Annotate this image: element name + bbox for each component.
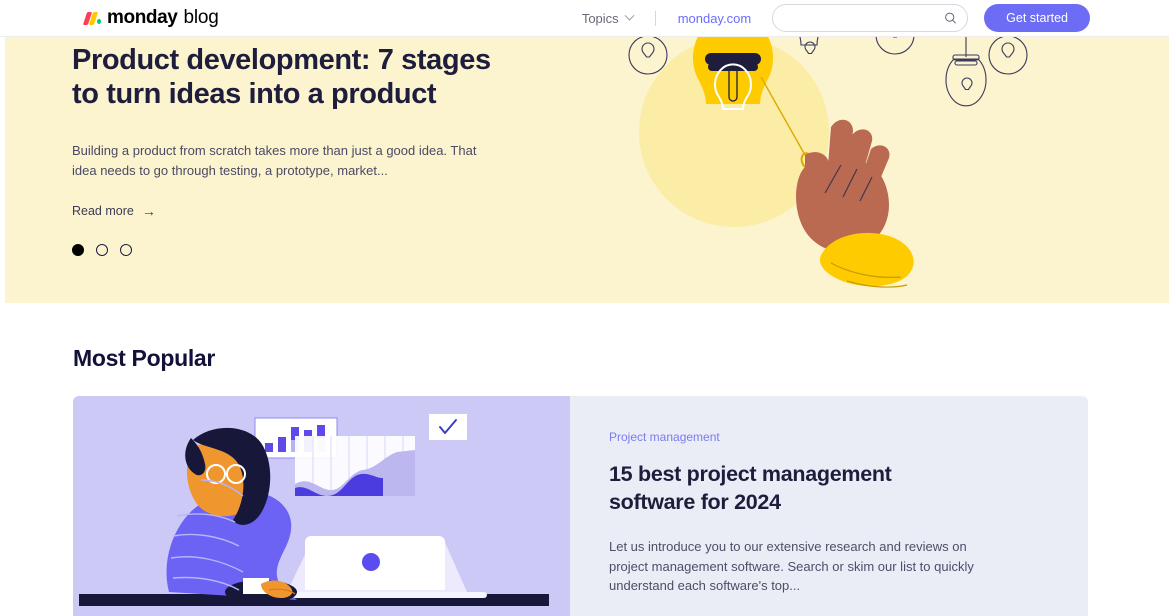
hero-description: Building a product from scratch takes mo… bbox=[72, 143, 477, 178]
search-box[interactable] bbox=[772, 4, 969, 32]
carousel-dots bbox=[72, 244, 502, 256]
chevron-down-icon bbox=[624, 10, 635, 21]
hero-carousel-slide: Product development: 7 stages to turn id… bbox=[5, 37, 1169, 303]
logo-suffix: blog bbox=[183, 7, 219, 28]
logo[interactable]: monday blog bbox=[82, 7, 219, 29]
carousel-dot-2[interactable] bbox=[96, 244, 108, 256]
read-more-link[interactable]: Read more → bbox=[72, 204, 156, 218]
search-input[interactable] bbox=[785, 11, 946, 25]
article-category-link[interactable]: Project management bbox=[609, 430, 720, 444]
search-icon bbox=[945, 12, 957, 24]
featured-article-card[interactable]: Project management 15 best project manag… bbox=[73, 396, 1088, 616]
most-popular-heading: Most Popular bbox=[73, 345, 216, 371]
arrow-right-icon: → bbox=[141, 203, 156, 219]
featured-article-image[interactable] bbox=[73, 396, 570, 616]
nav-topics[interactable]: Topics bbox=[581, 10, 635, 26]
person-laptop-charts-illustration bbox=[79, 414, 549, 606]
read-more-label: Read more bbox=[72, 204, 134, 218]
nav-divider bbox=[654, 10, 656, 26]
lightbulb-hand-illustration bbox=[628, 37, 1028, 288]
site-header: monday blog Topics monday.com Get starte… bbox=[0, 0, 1169, 37]
hero-text: Product development: 7 stages to turn id… bbox=[72, 37, 502, 256]
nav-topics-label: Topics bbox=[581, 10, 619, 26]
monday-logo-icon bbox=[82, 11, 101, 25]
carousel-dot-1[interactable] bbox=[72, 244, 84, 256]
get-started-button[interactable]: Get started bbox=[984, 4, 1090, 32]
article-excerpt: Let us introduce you to our extensive re… bbox=[609, 539, 974, 593]
blog-page: monday blog Topics monday.com Get starte… bbox=[0, 0, 1169, 616]
carousel-dot-3[interactable] bbox=[120, 244, 132, 256]
article-title[interactable]: 15 best project management software for … bbox=[609, 460, 979, 516]
nav-monday-link[interactable]: monday.com bbox=[678, 11, 751, 26]
header-nav: Topics monday.com Get started bbox=[582, 4, 1090, 32]
hero-title: Product development: 7 stages to turn id… bbox=[72, 44, 491, 110]
featured-article-body: Project management 15 best project manag… bbox=[570, 396, 1088, 616]
logo-brand: monday bbox=[107, 7, 178, 28]
